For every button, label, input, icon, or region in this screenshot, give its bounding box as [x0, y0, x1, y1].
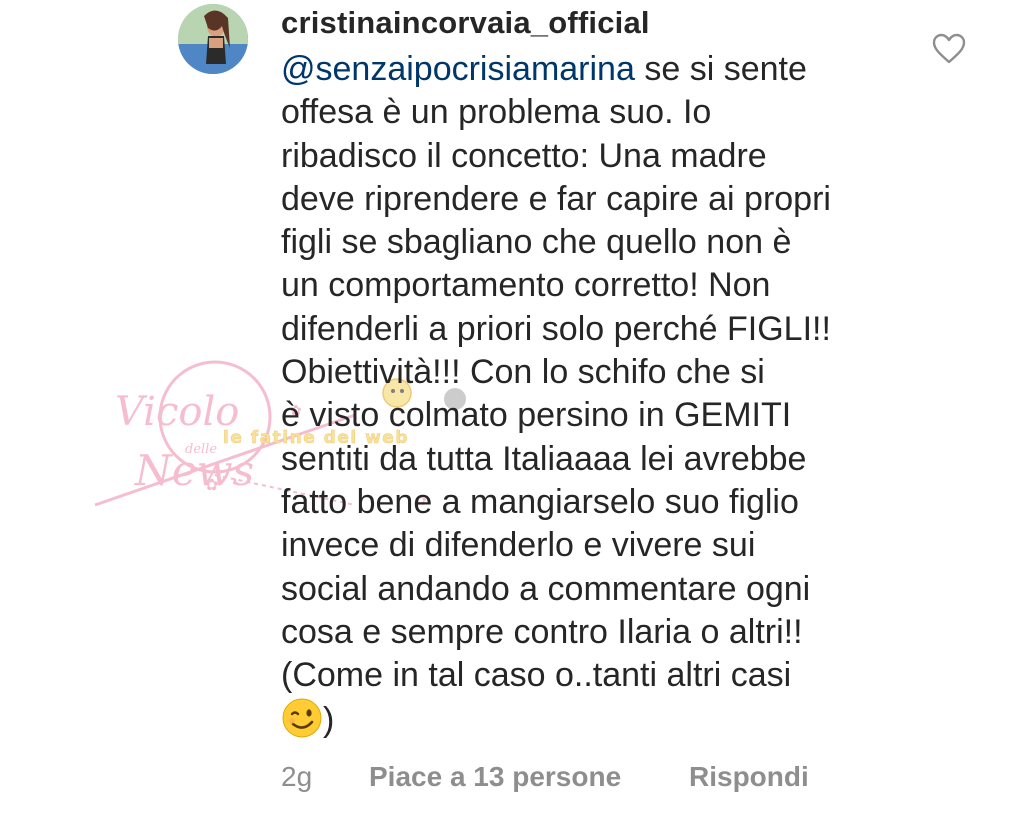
comment-line-12: invece di difenderlo e vivere sui: [281, 526, 756, 565]
comment-username[interactable]: cristinaincorvaia_official: [281, 4, 650, 42]
likes-count-link[interactable]: Piace a 13 persone: [369, 757, 621, 797]
comment-line-2: offesa è un problema suo. Io: [281, 93, 712, 132]
comment-line-11: fatto bene a mangiarselo suo figlio: [281, 482, 799, 521]
comment-line-15: (Come in tal caso o..tanti altri casi: [281, 656, 792, 695]
comment-avatar[interactable]: [178, 4, 248, 74]
watermark-brand-small: delle: [185, 442, 217, 457]
comment-line-10: sentiti da tutta Italiaaaa lei avrebbe: [281, 439, 807, 478]
comment-line-6: un comportamento corretto! Non: [281, 266, 771, 305]
comment-text: @senzaipocrisiamarina se si sente offesa…: [281, 48, 901, 743]
watermark-brand-line1: Vicolo: [115, 389, 239, 435]
comment-timestamp: 2g: [281, 761, 313, 792]
profile-photo: [178, 4, 248, 74]
comment-line-16: ): [281, 697, 901, 742]
winking-face-icon: [281, 697, 323, 739]
comment-line-1: @senzaipocrisiamarina se si sente: [281, 50, 807, 88]
reply-button[interactable]: Rispondi: [689, 757, 809, 797]
comment-line-9: è visto colmato persino in GEMITI: [281, 396, 792, 435]
like-heart-icon[interactable]: [932, 33, 966, 65]
comment-line-8: Obiettività!!! Con lo schifo che si: [281, 353, 765, 392]
watermark-brand-line2: News: [134, 446, 254, 495]
comment-line-13: social andando a commentare ogni: [281, 569, 811, 608]
comment-line-7: difenderli a priori solo perché FIGLI!!: [281, 309, 831, 348]
comment-line-14: cosa e sempre contro Ilaria o altri!!: [281, 612, 803, 651]
comment-line-3: ribadisco il concetto: Una madre: [281, 136, 767, 175]
svg-text:✿: ✿: [205, 475, 218, 494]
mention-link[interactable]: @senzaipocrisiamarina: [281, 50, 635, 88]
comment-line-5: figli se sbagliano che quello non è: [281, 223, 792, 262]
comment-line-4: deve riprendere e far capire ai propri: [281, 179, 831, 218]
